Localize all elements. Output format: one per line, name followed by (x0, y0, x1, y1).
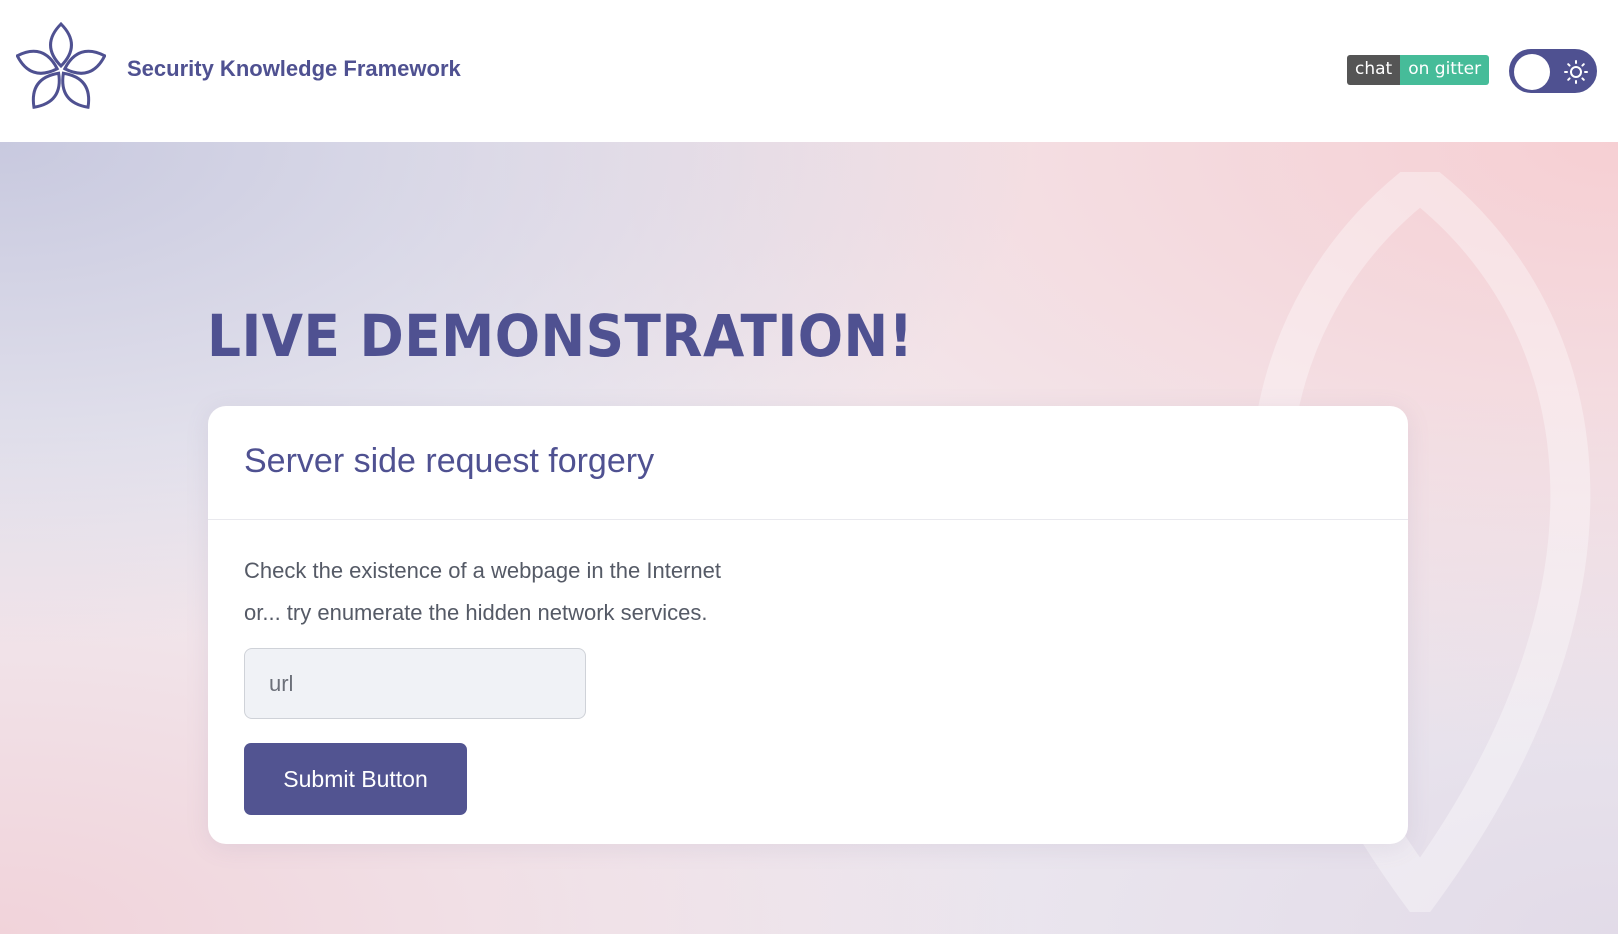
card-body: Check the existence of a webpage in the … (208, 520, 1408, 845)
gitter-badge-left: chat (1347, 55, 1401, 85)
ssrf-card: Server side request forgery Check the ex… (208, 406, 1408, 844)
page-title: LIVE DEMONSTRATION! (207, 302, 914, 370)
card-header: Server side request forgery (208, 406, 1408, 520)
toggle-knob (1514, 54, 1550, 90)
top-header: Security Knowledge Framework chat on git… (0, 0, 1618, 142)
brand-title[interactable]: Security Knowledge Framework (127, 56, 461, 82)
sun-icon (1564, 60, 1588, 84)
card-title: Server side request forgery (244, 442, 655, 480)
description-line-2: or... try enumerate the hidden network s… (244, 600, 708, 625)
description-line-1: Check the existence of a webpage in the … (244, 558, 721, 583)
hero-section: LIVE DEMONSTRATION! Server side request … (0, 142, 1618, 934)
gitter-chat-badge[interactable]: chat on gitter (1347, 55, 1490, 85)
url-input[interactable] (244, 648, 586, 719)
gitter-badge-right: on gitter (1400, 55, 1490, 85)
submit-button[interactable]: Submit Button (244, 743, 467, 815)
theme-toggle[interactable] (1509, 49, 1597, 93)
flower-logo-icon[interactable] (16, 20, 106, 120)
